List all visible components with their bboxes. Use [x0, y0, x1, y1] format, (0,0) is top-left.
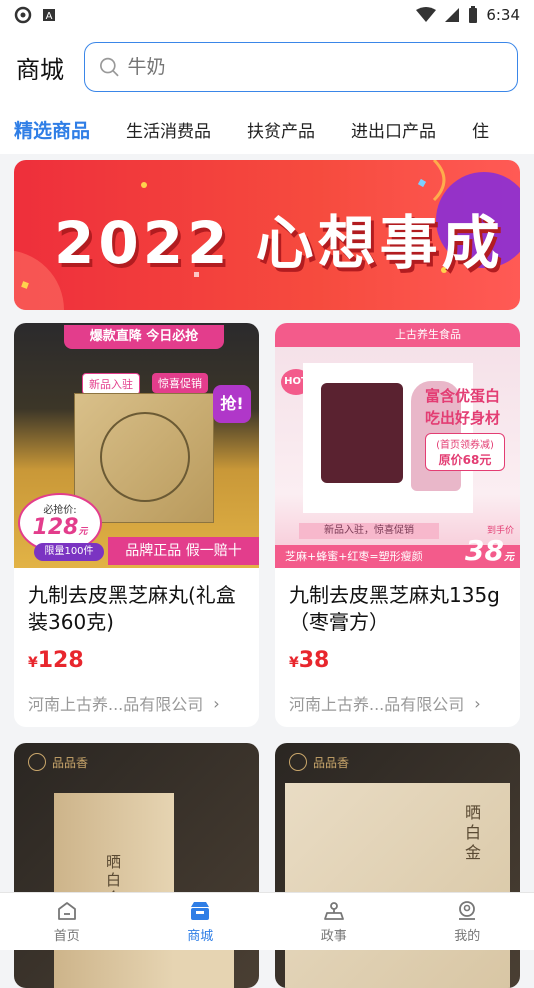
product-image: 品品香 晒白金 — [14, 743, 259, 988]
nav-mine[interactable]: 我的 — [401, 893, 534, 950]
battery-icon — [468, 6, 478, 24]
status-time: 6:34 — [486, 6, 520, 24]
promo-line1: 富含优蛋白 — [425, 385, 500, 406]
tab-housing[interactable]: 住 — [472, 117, 489, 142]
product-tag-promo: 惊喜促销 — [152, 373, 208, 393]
search-box[interactable] — [84, 42, 518, 92]
product-shop[interactable]: 河南上古养...品有限公司› — [28, 691, 245, 715]
product-info: 九制去皮黑芝麻丸(礼盒装360克) ¥128 河南上古养...品有限公司› — [14, 568, 259, 727]
product-box: 晒白金 — [285, 783, 510, 988]
product-box: 晒白金 — [54, 793, 174, 988]
search-icon — [99, 56, 119, 78]
status-left: A — [14, 6, 56, 24]
product-ribbon: 爆款直降 今日必抢 — [64, 325, 224, 349]
government-icon — [322, 899, 346, 923]
page-title: 商城 — [16, 50, 84, 85]
status-bar: A 6:34 — [0, 0, 534, 30]
product-card[interactable]: 品品香 晒白金 — [14, 743, 259, 988]
product-grid: 爆款直降 今日必抢 新品入驻 惊喜促销 抢! 必抢价: 128元 限量100件 … — [14, 323, 520, 988]
chevron-right-icon: › — [474, 694, 480, 713]
svg-text:A: A — [46, 11, 53, 22]
shop-icon — [188, 899, 212, 923]
home-icon — [55, 899, 79, 923]
promo-line2: 吃出好身材 — [425, 407, 500, 428]
brand-logo: 品品香 — [289, 753, 349, 771]
chevron-right-icon: › — [213, 694, 219, 713]
banner-headline: 2022 心想事成 — [54, 196, 504, 280]
tab-selected-goods[interactable]: 精选商品 — [14, 116, 90, 143]
product-price: ¥128 — [28, 648, 245, 673]
product-tag-new: 新品入驻 — [82, 373, 140, 395]
nav-home[interactable]: 首页 — [0, 893, 134, 950]
promo-banner[interactable]: 2022 心想事成 — [14, 160, 520, 310]
product-shop[interactable]: 河南上古养...品有限公司› — [289, 691, 506, 715]
notification-a-icon: A — [42, 8, 56, 22]
coupon-box: (首页领券减) 原价68元 — [425, 433, 505, 471]
product-brand-strip: 上古养生食品 — [275, 323, 520, 347]
product-card[interactable]: 爆款直降 今日必抢 新品入驻 惊喜促销 抢! 必抢价: 128元 限量100件 … — [14, 323, 259, 727]
nav-government[interactable]: 政事 — [267, 893, 401, 950]
bottom-nav: 首页 商城 政事 我的 — [0, 892, 534, 950]
product-image: 品品香 晒白金 — [275, 743, 520, 988]
signal-icon — [444, 7, 460, 23]
tab-poverty-products[interactable]: 扶贫产品 — [247, 117, 315, 142]
product-card[interactable]: 品品香 晒白金 — [275, 743, 520, 988]
product-title: 九制去皮黑芝麻丸135g（枣膏方） — [289, 582, 506, 638]
wifi-icon — [416, 7, 436, 23]
promo-strip: 新品入驻，惊喜促销 — [299, 523, 439, 539]
search-input[interactable] — [127, 56, 503, 78]
product-info: 九制去皮黑芝麻丸135g（枣膏方） ¥38 河南上古养...品有限公司› — [275, 568, 520, 727]
product-card[interactable]: 上古养生食品 HOT 富含优蛋白 吃出好身材 (首页领券减) 原价68元 新品入… — [275, 323, 520, 727]
settings-status-icon — [14, 6, 32, 24]
nav-shop[interactable]: 商城 — [134, 893, 268, 950]
brand-logo: 品品香 — [28, 753, 88, 771]
header: 商城 — [0, 30, 534, 104]
tab-import-export[interactable]: 进出口产品 — [351, 117, 436, 142]
product-image: 爆款直降 今日必抢 新品入驻 惊喜促销 抢! 必抢价: 128元 限量100件 … — [14, 323, 259, 568]
status-right: 6:34 — [416, 6, 520, 24]
deal-price: 到手价 38元 — [465, 523, 514, 568]
user-icon — [455, 899, 479, 923]
category-tabs: 精选商品 生活消费品 扶贫产品 进出口产品 住 — [0, 104, 534, 154]
limit-badge: 限量100件 — [34, 543, 104, 561]
grab-badge: 抢! — [213, 385, 251, 423]
product-price: ¥38 — [289, 648, 506, 673]
tab-consumer-goods[interactable]: 生活消费品 — [126, 117, 211, 142]
product-title: 九制去皮黑芝麻丸(礼盒装360克) — [28, 582, 245, 638]
slogan-strip: 品牌正品 假一赔十 — [108, 537, 259, 565]
product-image: 上古养生食品 HOT 富含优蛋白 吃出好身材 (首页领券减) 原价68元 新品入… — [275, 323, 520, 568]
